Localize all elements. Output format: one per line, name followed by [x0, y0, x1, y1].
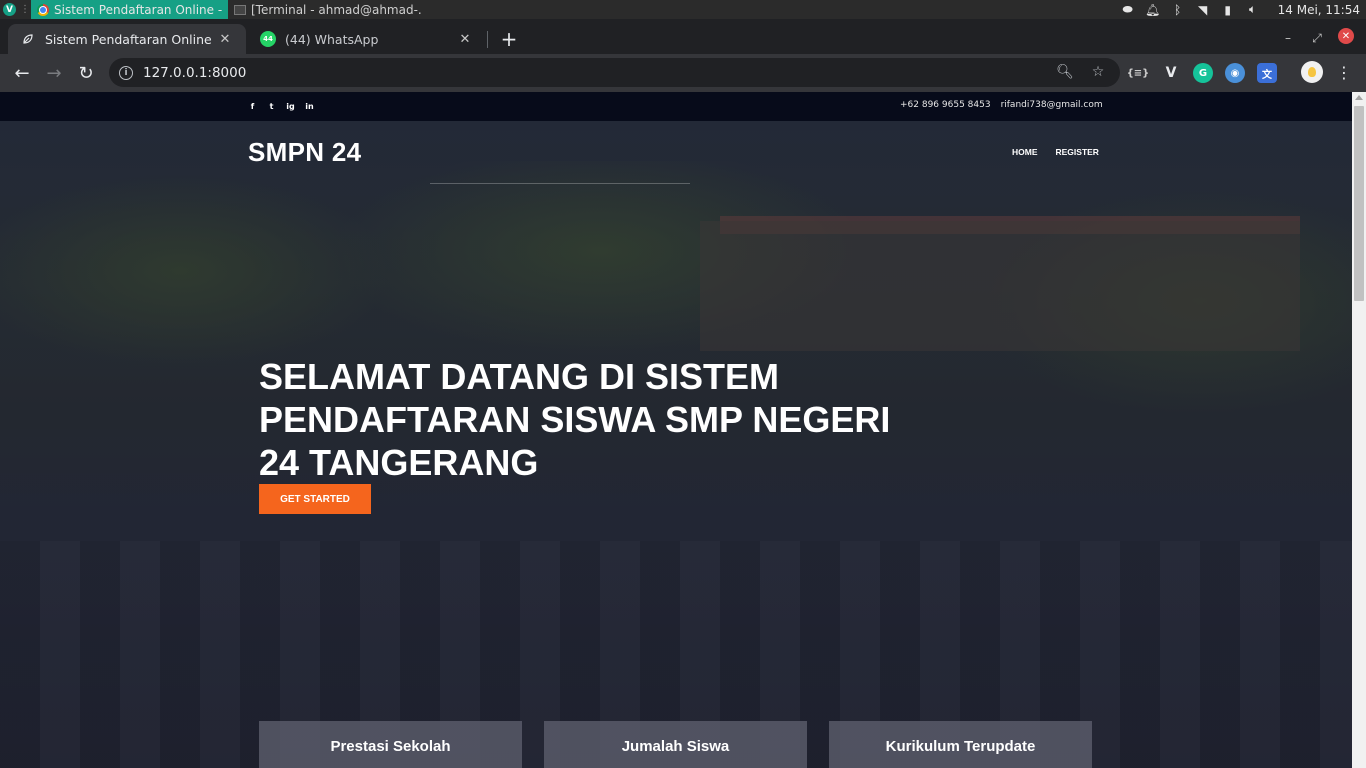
tab-title: (44) WhatsApp: [285, 31, 379, 47]
bluetooth-icon[interactable]: ᛒ: [1170, 2, 1186, 18]
new-tab-button[interactable]: +: [498, 27, 520, 51]
terminal-icon: [234, 4, 246, 15]
volume-icon[interactable]: 🔈︎: [1245, 2, 1261, 18]
whatsapp-icon: 44: [260, 31, 276, 47]
translate-icon[interactable]: 文: [1257, 63, 1277, 83]
taskbar-handle-icon: ⋮: [20, 4, 30, 15]
hero-background-building: [700, 221, 1300, 351]
chrome-icon: [37, 3, 49, 16]
reload-icon[interactable]: ↻: [74, 61, 98, 85]
clock[interactable]: 14 Mei, 11:54: [1278, 3, 1360, 17]
linkedin-icon[interactable]: in: [305, 100, 314, 112]
tab-whatsapp[interactable]: 44 (44) WhatsApp ✕: [248, 24, 486, 54]
battery-icon[interactable]: ▮: [1220, 2, 1236, 18]
phone-number: +62 896 9655 8453: [900, 100, 991, 110]
minimize-icon[interactable]: –: [1278, 28, 1298, 48]
email-address[interactable]: rifandi738@gmail.com: [1001, 100, 1103, 110]
hero-title: SELAMAT DATANG DI SISTEM PENDAFTARAN SIS…: [259, 356, 891, 483]
kebab-menu-icon[interactable]: ⋮: [1334, 62, 1354, 82]
instagram-icon[interactable]: ig: [286, 100, 295, 112]
tab-separator: [487, 31, 488, 48]
nav-register[interactable]: REGISTER: [1056, 147, 1099, 157]
vimeo-v-icon[interactable]: V: [1161, 63, 1181, 83]
page-scrollbar[interactable]: [1352, 92, 1366, 768]
twitter-icon[interactable]: t: [267, 100, 276, 112]
social-links: f t ig in: [248, 100, 314, 112]
taskbar-task-label: Sistem Pendaftaran Online - ...: [54, 2, 222, 17]
taskbar-task-label: [Terminal - ahmad@ahmad-...: [251, 2, 422, 17]
zoom-icon[interactable]: 🔍︎: [1055, 62, 1075, 82]
app-menu-icon[interactable]: V: [0, 0, 19, 19]
site-logo[interactable]: SMPN 24: [248, 137, 361, 168]
feature-cards: Prestasi Sekolah Jumalah Siswa Kurikulum…: [259, 721, 1092, 768]
taskbar-task-chrome[interactable]: Sistem Pendaftaran Online - ...: [31, 0, 228, 19]
toggle-icon[interactable]: ⬬: [1120, 2, 1136, 18]
globe-icon[interactable]: ◉: [1225, 63, 1245, 83]
os-taskbar: V ⋮ Sistem Pendaftaran Online - ... [Ter…: [0, 0, 1366, 19]
url-text[interactable]: 127.0.0.1:8000: [143, 65, 246, 81]
system-tray: ⬬ 🔔︎ ᛒ ◥ ▮ 🔈︎ 14 Mei, 11:54: [1120, 0, 1366, 19]
site-topbar: f t ig in +62 896 9655 8453 rifandi738@g…: [0, 92, 1352, 121]
card-kurikulum-terupdate[interactable]: Kurikulum Terupdate: [829, 721, 1092, 768]
get-started-button[interactable]: GET STARTED: [259, 484, 371, 514]
facebook-icon[interactable]: f: [248, 100, 257, 112]
profile-avatar[interactable]: [1301, 61, 1323, 83]
close-icon[interactable]: ✕: [216, 30, 234, 48]
nav-home[interactable]: HOME: [1012, 147, 1038, 157]
leaf-icon: [20, 31, 36, 47]
taskbar-task-terminal[interactable]: [Terminal - ahmad@ahmad-...: [228, 0, 428, 19]
notification-bell-icon[interactable]: 🔔︎: [1145, 2, 1161, 18]
browser-tab-strip: Sistem Pendaftaran Online ✕ 44 (44) What…: [0, 19, 1366, 54]
close-icon[interactable]: ✕: [456, 30, 474, 48]
scrollbar-thumb[interactable]: [1354, 106, 1364, 301]
site-info-icon[interactable]: i: [119, 65, 133, 80]
bulb-icon: [1308, 67, 1316, 77]
contact-info: +62 896 9655 8453 rifandi738@gmail.com: [900, 100, 1103, 110]
bookmark-star-icon[interactable]: ☆: [1088, 62, 1108, 82]
tab-title: Sistem Pendaftaran Online: [45, 31, 212, 47]
forward-arrow-icon[interactable]: →: [42, 61, 66, 85]
back-arrow-icon[interactable]: ←: [10, 61, 34, 85]
tab-sistem-pendaftaran[interactable]: Sistem Pendaftaran Online ✕: [8, 24, 246, 54]
main-nav: HOME REGISTER: [1012, 147, 1099, 157]
address-bar[interactable]: i 127.0.0.1:8000 🔍︎ ☆: [109, 58, 1120, 87]
card-jumlah-siswa[interactable]: Jumalah Siswa: [544, 721, 807, 768]
json-icon[interactable]: {≡}: [1127, 63, 1150, 83]
restore-icon[interactable]: ⤢: [1307, 28, 1327, 48]
hero-section: SMPN 24 HOME REGISTER SELAMAT DATANG DI …: [0, 121, 1352, 768]
nav-divider: [430, 183, 690, 184]
wifi-icon[interactable]: ◥: [1195, 2, 1211, 18]
browser-toolbar: ← → ↻ i 127.0.0.1:8000 🔍︎ ☆ {≡} V G ◉ 文 …: [0, 54, 1366, 92]
window-close-button[interactable]: ✕: [1338, 28, 1354, 44]
grammarly-icon[interactable]: G: [1193, 63, 1213, 83]
page-viewport: f t ig in +62 896 9655 8453 rifandi738@g…: [0, 92, 1352, 768]
card-prestasi-sekolah[interactable]: Prestasi Sekolah: [259, 721, 522, 768]
scroll-up-arrow-icon[interactable]: [1355, 95, 1363, 100]
